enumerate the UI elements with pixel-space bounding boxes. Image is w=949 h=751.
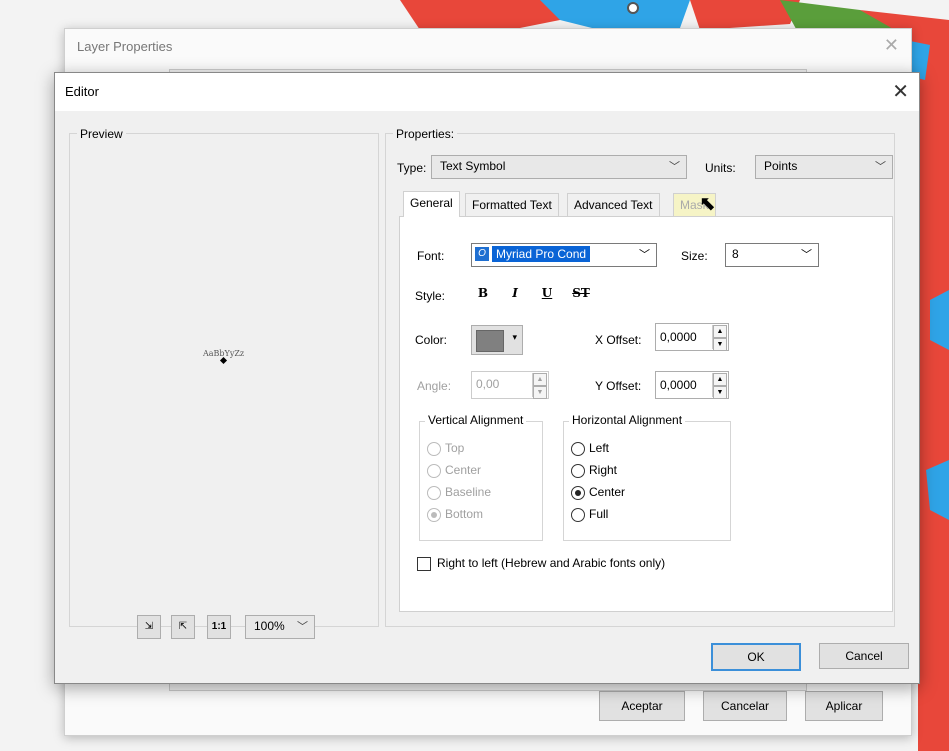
y-offset-stepper[interactable]: ▲ ▼: [712, 373, 727, 399]
cancelar-button[interactable]: Cancelar: [703, 691, 787, 721]
font-select[interactable]: O Myriad Pro Cond ﹀: [471, 243, 657, 267]
horizontal-alignment-label: Horizontal Alignment: [569, 413, 686, 427]
preview-label: Preview: [77, 127, 126, 141]
radio-bottom-label: Bottom: [445, 507, 484, 521]
radio-right[interactable]: [571, 464, 585, 478]
horizontal-alignment-group: [563, 421, 731, 541]
x-offset-label: X Offset:: [595, 333, 642, 347]
radio-center-vertical[interactable]: [427, 464, 441, 478]
angle-label: Angle:: [417, 379, 452, 393]
units-label: Units:: [705, 161, 736, 175]
radio-left-label: Left: [589, 441, 610, 455]
tab-general[interactable]: General: [403, 191, 460, 217]
editor-title: Editor: [65, 84, 99, 99]
underline-button[interactable]: U: [537, 283, 557, 303]
style-label: Style:: [415, 289, 446, 303]
x-offset-stepper[interactable]: ▲ ▼: [712, 325, 727, 351]
dropdown-arrow-icon: ▾: [512, 332, 517, 342]
apply-button[interactable]: Aplicar: [805, 691, 883, 721]
preview-zoom-value: 100%: [254, 619, 285, 633]
tab-advanced-text[interactable]: Advanced Text: [567, 193, 660, 216]
opentype-font-icon: O: [475, 247, 489, 261]
mouse-cursor-icon: ⬉: [699, 193, 716, 215]
y-offset-label: Y Offset:: [595, 379, 642, 393]
chevron-down-icon: ﹀: [669, 161, 680, 173]
strikethrough-button[interactable]: ST: [569, 283, 593, 303]
vertical-alignment-group: [419, 421, 543, 541]
radio-baseline-label: Baseline: [445, 485, 492, 499]
angle-spinner[interactable]: 0,00 ▲ ▼: [471, 371, 549, 399]
chevron-down-icon: ﹀: [639, 249, 650, 261]
x-offset-spinner[interactable]: 0,0000 ▲ ▼: [655, 323, 729, 351]
radio-full[interactable]: [571, 508, 585, 522]
radio-full-label: Full: [589, 507, 609, 521]
angle-stepper[interactable]: ▲ ▼: [532, 373, 547, 399]
ok-button[interactable]: OK: [711, 643, 801, 671]
editor-titlebar: [55, 73, 919, 111]
color-label: Color:: [415, 333, 448, 347]
bold-button[interactable]: B: [473, 283, 493, 303]
chevron-down-icon: ﹀: [297, 621, 308, 633]
radio-top[interactable]: [427, 442, 441, 456]
angle-value: 0,00: [476, 377, 500, 391]
actual-size-icon[interactable]: 1:1: [207, 615, 231, 639]
vertical-alignment-label: Vertical Alignment: [425, 413, 527, 427]
layer-properties-close-icon[interactable]: ✕: [884, 35, 899, 56]
rtl-label: Right to left (Hebrew and Arabic fonts o…: [437, 556, 666, 570]
italic-button[interactable]: I: [505, 283, 525, 303]
accept-button[interactable]: Aceptar: [599, 691, 685, 721]
font-value: Myriad Pro Cond: [492, 246, 591, 262]
radio-top-label: Top: [445, 441, 465, 455]
y-offset-value: 0,0000: [660, 378, 697, 392]
zoom-out-fixed-icon[interactable]: ⇱: [171, 615, 195, 639]
size-select[interactable]: 8 ﹀: [725, 243, 819, 267]
layer-properties-title: Layer Properties: [77, 39, 173, 54]
size-value: 8: [732, 247, 739, 261]
preview-zoom-select[interactable]: 100% ﹀: [245, 615, 315, 639]
type-label: Type:: [397, 161, 427, 175]
chevron-down-icon: ﹀: [875, 161, 886, 173]
radio-left[interactable]: [571, 442, 585, 456]
radio-center-horizontal[interactable]: [571, 486, 585, 500]
radio-bottom[interactable]: [427, 508, 441, 522]
properties-label: Properties:: [393, 127, 458, 141]
chevron-down-icon: ﹀: [801, 249, 812, 261]
radio-baseline[interactable]: [427, 486, 441, 500]
cancel-button[interactable]: Cancel: [819, 643, 909, 669]
color-picker-button[interactable]: ▾: [471, 325, 523, 355]
y-offset-spinner[interactable]: 0,0000 ▲ ▼: [655, 371, 729, 399]
editor-dialog: Editor ✕ Preview AaBbYyZz ⇲ ⇱ 1:1 100% ﹀…: [54, 72, 920, 684]
radio-center-horizontal-label: Center: [589, 485, 626, 499]
preview-group: [69, 133, 379, 627]
units-value: Points: [764, 159, 798, 173]
font-label: Font:: [417, 249, 445, 263]
rtl-checkbox[interactable]: [417, 557, 431, 571]
size-label: Size:: [681, 249, 708, 263]
type-select[interactable]: Text Symbol ﹀: [431, 155, 687, 179]
x-offset-value: 0,0000: [660, 330, 697, 344]
tab-formatted-text[interactable]: Formatted Text: [465, 193, 559, 216]
type-value: Text Symbol: [440, 159, 506, 173]
radio-right-label: Right: [589, 463, 618, 477]
units-select[interactable]: Points ﹀: [755, 155, 893, 179]
color-swatch: [476, 330, 504, 352]
editor-close-icon[interactable]: ✕: [892, 79, 909, 104]
radio-center-vertical-label: Center: [445, 463, 482, 477]
zoom-in-fixed-icon[interactable]: ⇲: [137, 615, 161, 639]
